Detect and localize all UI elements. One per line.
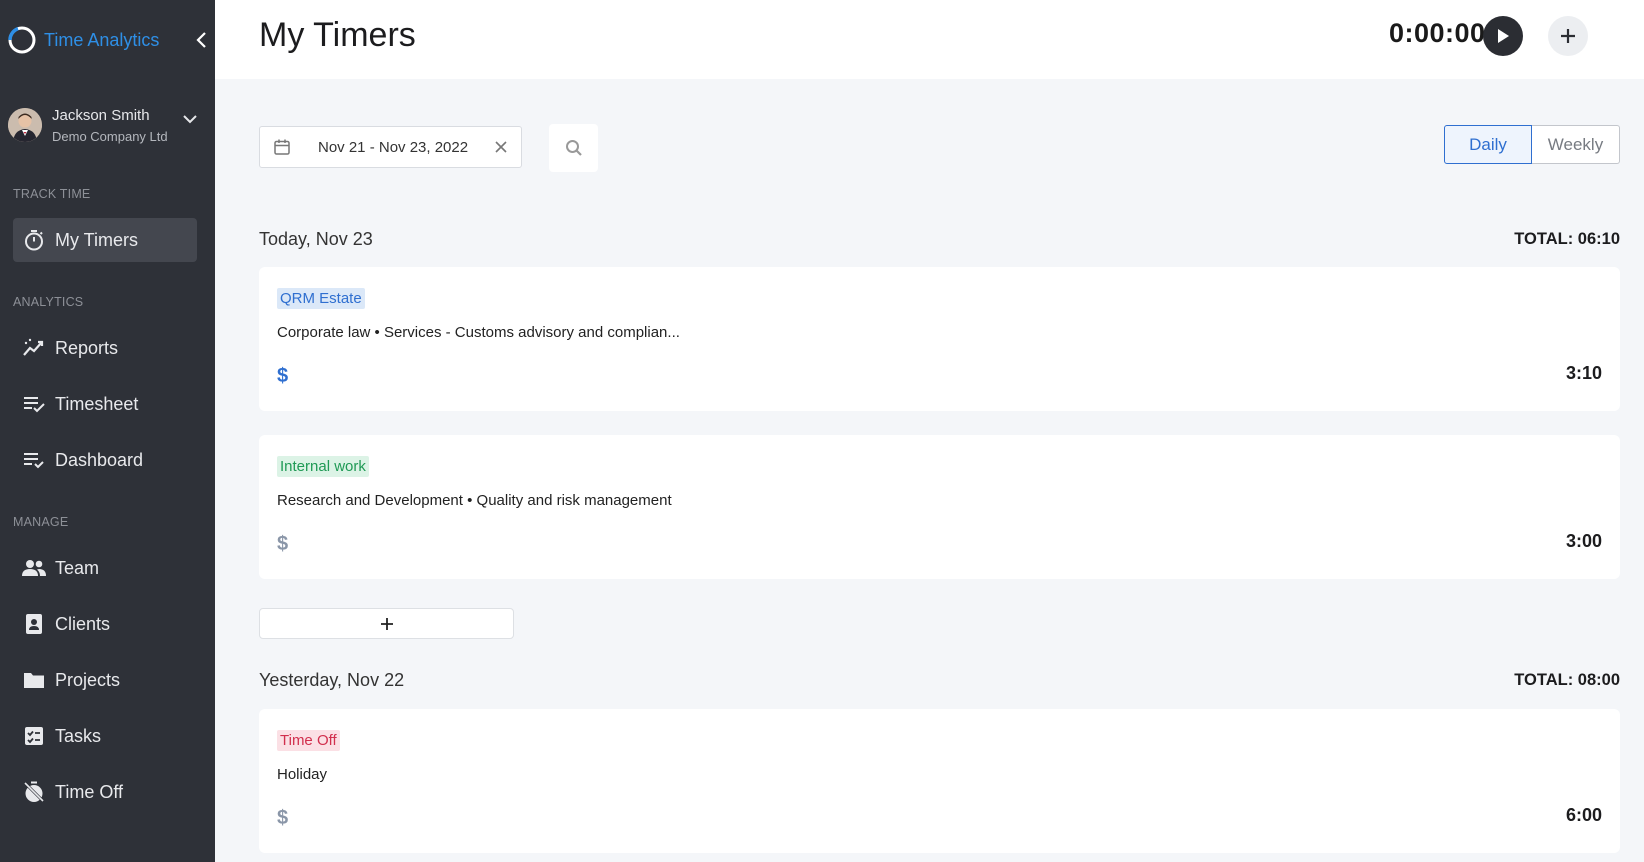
- sidebar-item-label: Time Off: [55, 781, 124, 802]
- search-button[interactable]: [549, 124, 598, 172]
- trend-chart-icon: [21, 335, 47, 361]
- day-total: TOTAL: 08:00: [1514, 671, 1620, 689]
- sidebar-item-reports[interactable]: Reports: [13, 326, 197, 370]
- sidebar-item-tasks[interactable]: Tasks: [13, 714, 197, 758]
- view-daily-button[interactable]: Daily: [1444, 125, 1532, 164]
- plus-icon: [380, 617, 393, 630]
- day-label: Yesterday, Nov 22: [259, 670, 405, 690]
- day-total: TOTAL: 06:10: [1514, 230, 1620, 248]
- folder-icon: [21, 667, 47, 693]
- date-range-picker[interactable]: Nov 21 - Nov 23, 2022: [259, 126, 522, 168]
- start-timer-button[interactable]: [1483, 16, 1523, 56]
- search-icon: [565, 140, 582, 156]
- list-check-icon: [21, 391, 47, 417]
- app-logo-icon: [8, 26, 36, 54]
- sidebar-item-label: Reports: [55, 337, 119, 358]
- time-entry[interactable]: Time Off Holiday $ 6:00: [259, 709, 1620, 853]
- entry-description: Holiday: [277, 766, 328, 783]
- billable-dollar-icon[interactable]: $: [277, 807, 288, 830]
- section-label-analytics: ANALYTICS: [13, 295, 84, 309]
- sidebar-item-label: Clients: [55, 613, 111, 634]
- view-weekly-button[interactable]: Weekly: [1532, 125, 1620, 164]
- sidebar-item-label: My Timers: [55, 229, 138, 250]
- list-check-icon: [21, 447, 47, 473]
- sidebar-item-timesheet[interactable]: Timesheet: [13, 382, 197, 426]
- brand[interactable]: Time Analytics: [6, 22, 159, 58]
- view-toggle: Daily Weekly: [1444, 125, 1620, 164]
- sidebar-item-dashboard[interactable]: Dashboard: [13, 438, 197, 482]
- timer-off-icon: [21, 779, 47, 805]
- entry-duration: 6:00: [1565, 805, 1602, 825]
- sidebar-item-label: Dashboard: [55, 449, 144, 470]
- billable-dollar-icon[interactable]: $: [277, 365, 288, 388]
- add-entry-button[interactable]: [259, 608, 514, 639]
- sidebar-item-clients[interactable]: Clients: [13, 602, 197, 646]
- time-entry[interactable]: QRM Estate Corporate law • Services - Cu…: [259, 267, 1620, 411]
- sidebar-item-time-off[interactable]: Time Off: [13, 770, 197, 814]
- section-label-track-time: TRACK TIME: [13, 187, 91, 201]
- sidebar-item-projects[interactable]: Projects: [13, 658, 197, 702]
- people-icon: [21, 555, 47, 581]
- task-list-icon: [21, 723, 47, 749]
- sidebar-item-my-timers[interactable]: My Timers: [13, 218, 197, 262]
- contact-card-icon: [21, 611, 47, 637]
- chevron-down-icon: [183, 115, 197, 124]
- app-name: Time Analytics: [44, 29, 160, 50]
- section-label-manage: MANAGE: [13, 515, 69, 529]
- billable-dollar-icon[interactable]: $: [277, 533, 288, 556]
- add-timer-button[interactable]: [1548, 16, 1588, 56]
- user-menu[interactable]: Jackson Smith Demo Company Ltd: [8, 100, 208, 150]
- user-name: Jackson Smith: [52, 106, 150, 124]
- clear-date-button[interactable]: [491, 137, 511, 157]
- user-company: Demo Company Ltd: [52, 128, 168, 144]
- entry-description: Corporate law • Services - Customs advis…: [277, 324, 680, 341]
- day-label: Today, Nov 23: [259, 229, 373, 249]
- entry-description: Research and Development • Quality and r…: [277, 492, 672, 509]
- sidebar-item-team[interactable]: Team: [13, 546, 197, 590]
- calendar-icon: [272, 137, 292, 157]
- sidebar-item-label: Tasks: [55, 725, 102, 746]
- date-range-value: Nov 21 - Nov 23, 2022: [318, 138, 469, 156]
- close-icon: [495, 141, 507, 153]
- top-header: My Timers 0:00:00: [215, 0, 1644, 79]
- sidebar-item-label: Timesheet: [55, 393, 139, 414]
- play-icon: [1498, 29, 1509, 43]
- sidebar-item-label: Team: [55, 557, 100, 578]
- stopwatch-icon: [21, 227, 47, 253]
- entry-duration: 3:00: [1565, 531, 1602, 551]
- timer-display: 0:00:00: [1389, 18, 1486, 48]
- avatar: [8, 108, 42, 142]
- project-tag[interactable]: QRM Estate: [277, 288, 365, 309]
- sidebar: Time Analytics Jackson Smith Demo Compan…: [0, 0, 215, 862]
- collapse-sidebar-button[interactable]: [190, 28, 212, 52]
- page-title: My Timers: [259, 16, 416, 54]
- project-tag[interactable]: Internal work: [277, 456, 369, 477]
- time-entry[interactable]: Internal work Research and Development •…: [259, 435, 1620, 579]
- chevron-left-icon: [196, 32, 206, 48]
- sidebar-item-label: Projects: [55, 669, 121, 690]
- project-tag[interactable]: Time Off: [277, 730, 340, 751]
- plus-icon: [1561, 29, 1575, 43]
- entry-duration: 3:10: [1565, 363, 1602, 383]
